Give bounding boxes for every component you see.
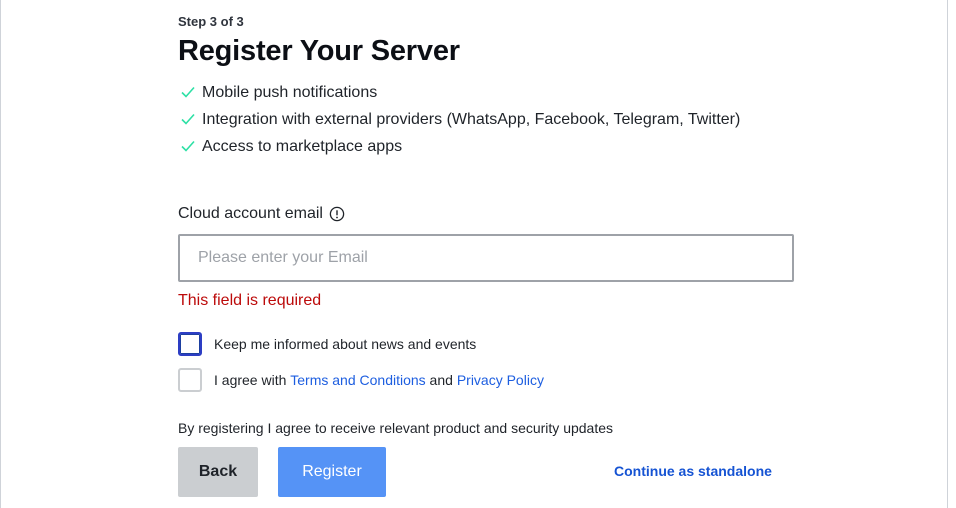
check-icon	[181, 86, 195, 98]
email-label: Cloud account email	[178, 205, 323, 222]
agree-and: and	[425, 372, 457, 388]
register-button[interactable]: Register	[278, 447, 386, 497]
agree-checkbox-row[interactable]: I agree with Terms and Conditions and Pr…	[178, 368, 544, 392]
step-indicator: Step 3 of 3	[178, 14, 244, 29]
privacy-link[interactable]: Privacy Policy	[457, 372, 544, 388]
news-checkbox-row[interactable]: Keep me informed about news and events	[178, 332, 476, 356]
terms-link[interactable]: Terms and Conditions	[290, 372, 425, 388]
email-label-row: Cloud account email	[178, 205, 345, 223]
news-checkbox-label: Keep me informed about news and events	[214, 336, 477, 352]
page-title: Register Your Server	[178, 35, 460, 67]
continue-standalone-link[interactable]: Continue as standalone	[614, 463, 772, 479]
email-field[interactable]	[178, 234, 794, 282]
feature-text: Mobile push notifications	[202, 84, 378, 101]
feature-text: Integration with external providers (Wha…	[202, 111, 741, 128]
check-icon	[181, 140, 195, 152]
info-icon[interactable]	[329, 206, 345, 222]
news-checkbox[interactable]	[178, 332, 202, 356]
agree-checkbox[interactable]	[178, 368, 202, 392]
feature-item: Integration with external providers (Wha…	[178, 109, 778, 131]
feature-item: Access to marketplace apps	[178, 136, 778, 158]
check-icon	[181, 113, 195, 125]
email-error: This field is required	[178, 292, 322, 309]
feature-item: Mobile push notifications	[178, 82, 778, 104]
agree-prefix: I agree with	[214, 372, 291, 388]
feature-text: Access to marketplace apps	[202, 138, 403, 155]
registration-note: By registering I agree to receive releva…	[178, 420, 614, 436]
feature-list: Mobile push notifications Integration wi…	[178, 82, 778, 163]
back-button[interactable]: Back	[178, 447, 258, 497]
